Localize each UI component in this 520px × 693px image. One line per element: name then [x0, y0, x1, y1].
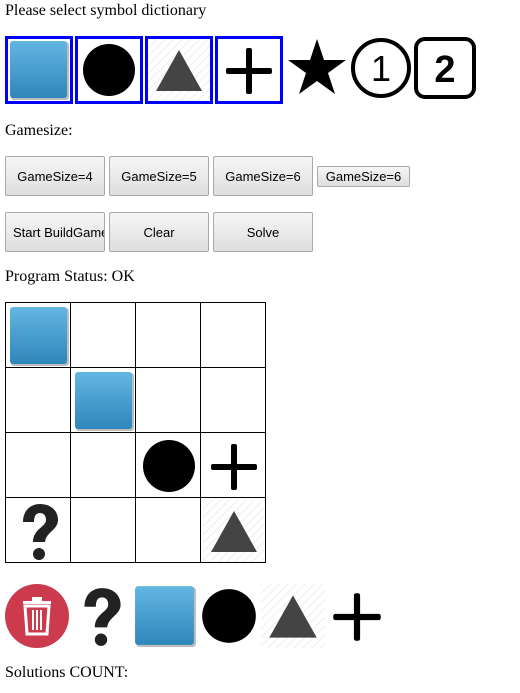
- board-cell[interactable]: [5, 432, 71, 498]
- blue-square-icon: [135, 586, 196, 647]
- start-buildgame-button[interactable]: Start BuildGame: [5, 212, 105, 252]
- board-cell[interactable]: [70, 302, 136, 368]
- board-cell[interactable]: [70, 432, 136, 498]
- trash-icon: [5, 584, 69, 648]
- board-cell[interactable]: [5, 302, 71, 368]
- circled-one-icon: 1: [351, 38, 411, 98]
- question-mark-icon: [23, 504, 58, 560]
- gamesize-label: Gamesize:: [5, 122, 73, 139]
- triangle-icon: [203, 500, 265, 562]
- boxed-two-icon: 2: [414, 37, 476, 99]
- circle-icon: [202, 589, 256, 643]
- blue-square-icon: [10, 41, 69, 100]
- board-cell[interactable]: [70, 367, 136, 433]
- clear-button[interactable]: Clear: [109, 212, 209, 252]
- board-cell[interactable]: [135, 432, 201, 498]
- board-cell[interactable]: [70, 497, 136, 563]
- symbol-option-black-circle[interactable]: [75, 36, 143, 104]
- symbol-option-boxed-2[interactable]: 2: [413, 36, 481, 104]
- triangle-icon: [261, 584, 325, 648]
- board-cell[interactable]: [5, 497, 71, 563]
- star-icon: [288, 39, 346, 94]
- palette-plus[interactable]: [325, 584, 389, 648]
- solutions-count: Solutions COUNT:: [5, 664, 129, 681]
- program-status: Program Status: OK: [5, 268, 135, 285]
- palette-triangle[interactable]: [261, 584, 325, 648]
- palette-question[interactable]: [69, 584, 133, 648]
- palette-black-circle[interactable]: [197, 584, 261, 648]
- board-cell[interactable]: [200, 367, 266, 433]
- page-heading: Please select symbol dictionary: [5, 2, 207, 19]
- blue-square-icon: [75, 372, 134, 431]
- svg-text:2: 2: [434, 49, 455, 91]
- symbol-option-star[interactable]: [286, 36, 354, 104]
- question-mark-icon: [84, 588, 121, 646]
- palette-blue-square[interactable]: [133, 584, 197, 648]
- gamesize-4-button[interactable]: GameSize=4: [5, 156, 105, 196]
- board-cell[interactable]: [200, 497, 266, 563]
- game-board: [5, 302, 266, 563]
- plus-icon: [211, 444, 257, 490]
- blue-square-icon: [10, 307, 69, 366]
- board-cell[interactable]: [200, 432, 266, 498]
- plus-icon: [226, 48, 272, 94]
- symbol-option-triangle[interactable]: [145, 36, 213, 104]
- board-cell[interactable]: [135, 497, 201, 563]
- circle-icon: [83, 44, 135, 96]
- board-cell[interactable]: [200, 302, 266, 368]
- solve-button[interactable]: Solve: [213, 212, 313, 252]
- symbol-option-plus[interactable]: [215, 36, 283, 104]
- gamesize-6-small-button[interactable]: GameSize=6: [317, 166, 410, 187]
- gamesize-6-button[interactable]: GameSize=6: [213, 156, 313, 196]
- gamesize-5-button[interactable]: GameSize=5: [109, 156, 209, 196]
- board-cell[interactable]: [5, 367, 71, 433]
- board-cell[interactable]: [135, 302, 201, 368]
- triangle-icon: [148, 39, 210, 101]
- trash-button[interactable]: [5, 584, 69, 648]
- circle-icon: [143, 440, 195, 492]
- symbol-option-circled-1[interactable]: 1: [349, 36, 417, 104]
- board-cell[interactable]: [135, 367, 201, 433]
- symbol-option-blue-square[interactable]: [5, 36, 73, 104]
- svg-text:1: 1: [371, 48, 391, 89]
- plus-icon: [333, 593, 381, 641]
